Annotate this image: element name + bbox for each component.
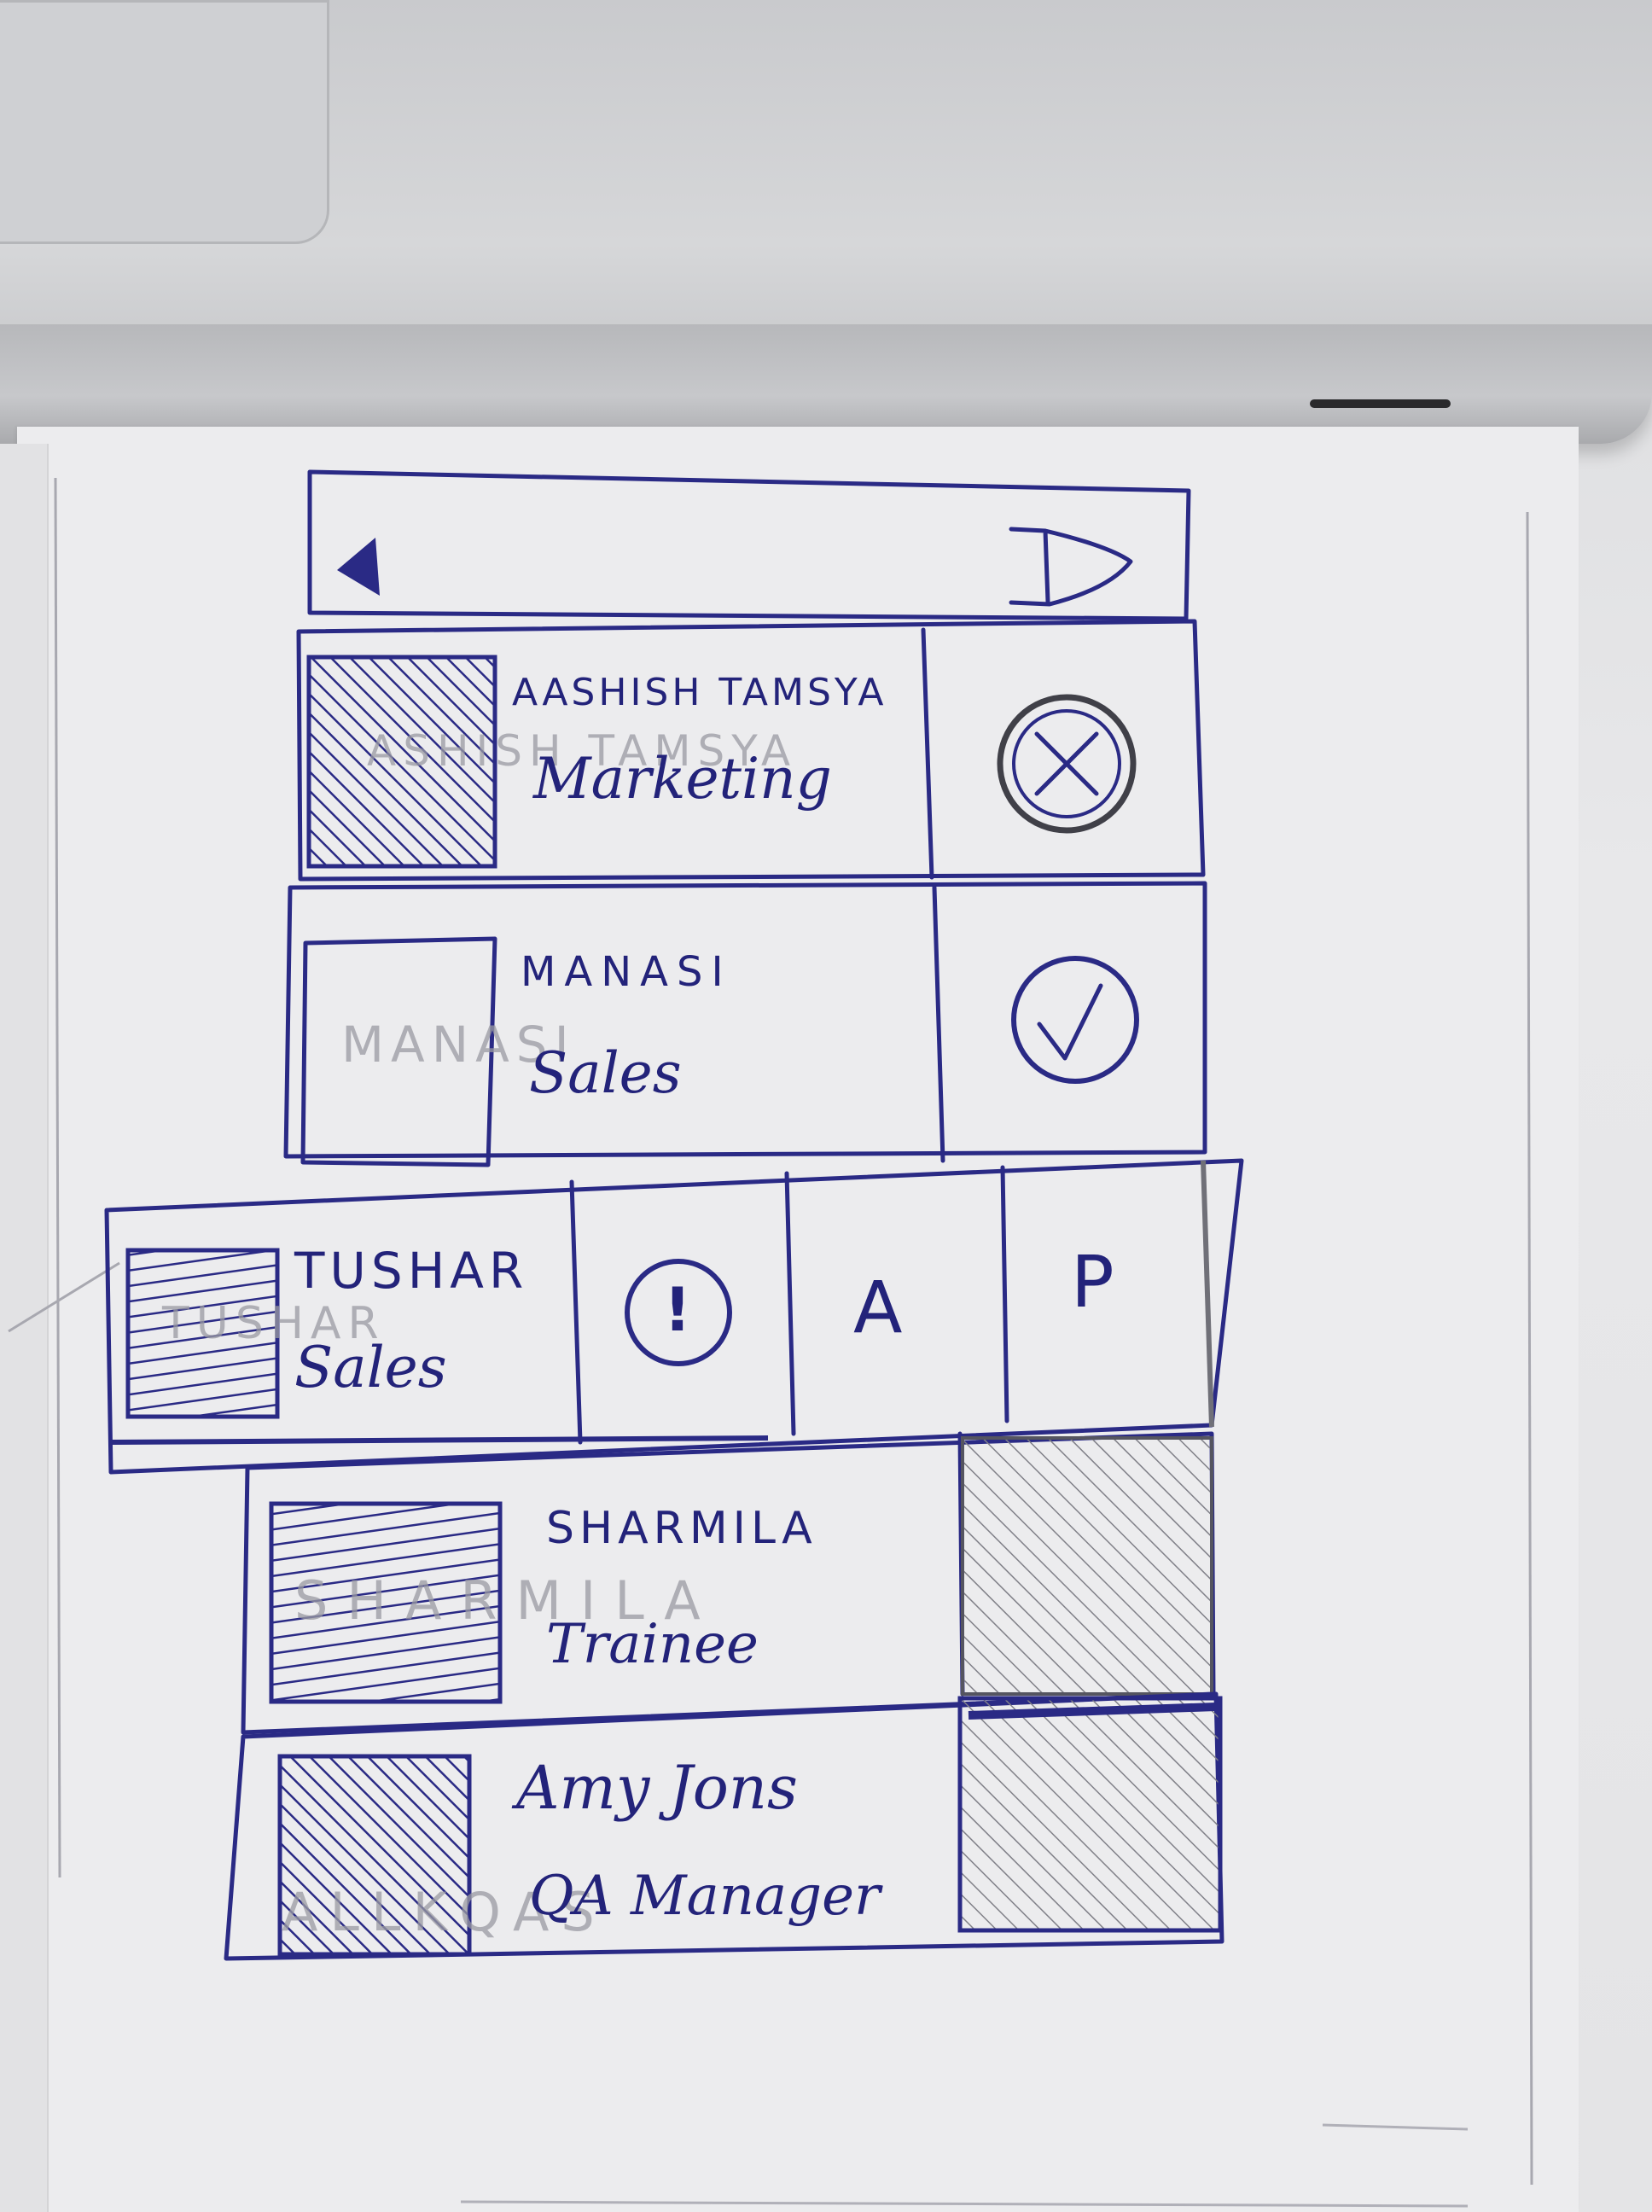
row-2-department: Sales: [529, 1040, 682, 1106]
row-5-name: Amy Jons: [516, 1753, 798, 1823]
row-5-department: QA Manager: [529, 1865, 881, 1928]
row-4-name: SHARMILA: [546, 1503, 817, 1554]
row-2-name: MANASI: [521, 948, 732, 996]
row-2-approve-button[interactable]: [1011, 956, 1139, 1084]
row-3-action-p[interactable]: P: [1071, 1246, 1120, 1318]
row-3-name: TUSHAR: [294, 1242, 529, 1300]
row-4-department: Trainee: [546, 1613, 759, 1676]
row-1-department: Marketing: [533, 746, 832, 812]
back-arrow-icon[interactable]: [337, 538, 380, 596]
row-3-action-info[interactable]: !: [664, 1280, 696, 1340]
row-3-action-a[interactable]: A: [853, 1272, 907, 1343]
header-bar: [307, 469, 1191, 621]
row-3-department: Sales: [294, 1335, 447, 1400]
pencil-scraps: [460, 2123, 1469, 2208]
forward-arrow-icon[interactable]: [1009, 527, 1133, 607]
row-1-name: AASHISH TAMSYA: [512, 671, 887, 714]
row-1-decline-button[interactable]: [998, 696, 1135, 832]
